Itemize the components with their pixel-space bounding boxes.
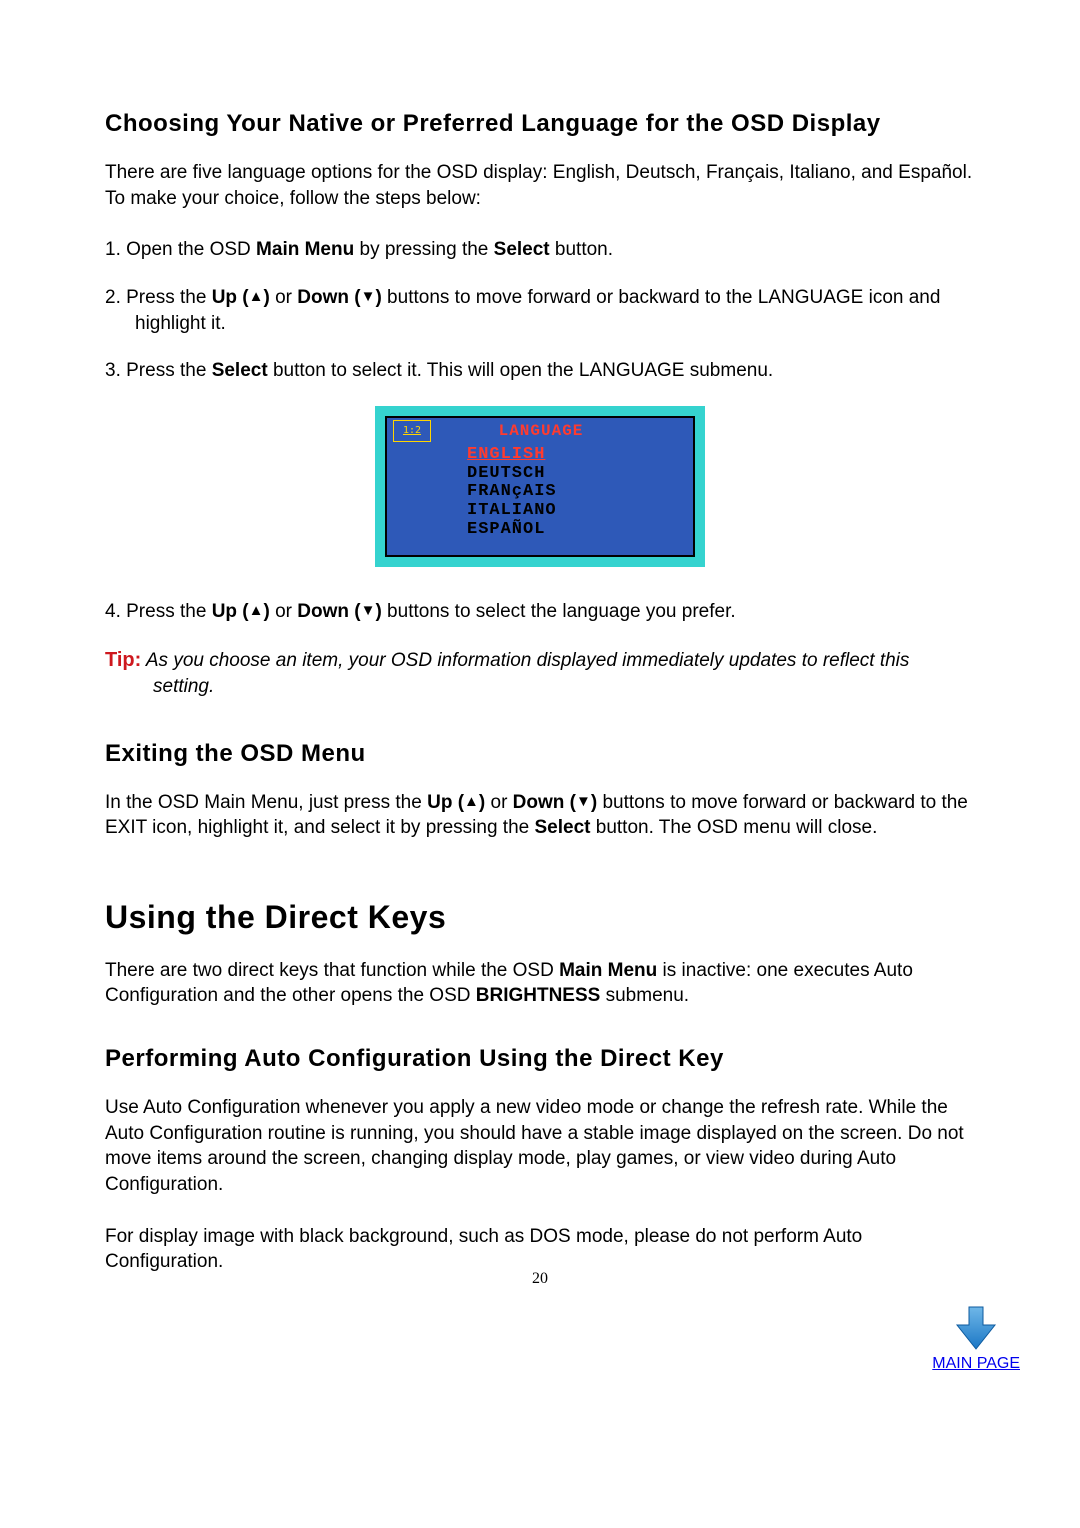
- osd-item-espanol: ESPAÑOL: [467, 521, 653, 540]
- step-1: 1. Open the OSD Main Menu by pressing th…: [105, 237, 975, 263]
- up-triangle-icon: ▲: [249, 602, 264, 619]
- exit-paragraph: In the OSD Main Menu, just press the Up …: [105, 790, 975, 841]
- steps-list-2: 4. Press the Up (▲) or Down (▼) buttons …: [105, 599, 975, 625]
- osd-item-francais: FRANçAIS: [467, 483, 653, 502]
- osd-language-figure: 1:2 LANGUAGE ENGLISH DEUTSCH FRANçAIS IT…: [375, 406, 705, 567]
- steps-list: 1. Open the OSD Main Menu by pressing th…: [105, 237, 975, 384]
- osd-item-deutsch: DEUTSCH: [467, 465, 653, 484]
- page-number: 20: [0, 1270, 1080, 1288]
- tip-note: Tip: As you choose an item, your OSD inf…: [105, 647, 975, 700]
- direct-keys-paragraph: There are two direct keys that function …: [105, 958, 975, 1009]
- osd-language-list: ENGLISH DEUTSCH FRANçAIS ITALIANO ESPAÑO…: [467, 446, 653, 539]
- osd-badge: 1:2: [393, 420, 431, 442]
- up-triangle-icon: ▲: [464, 793, 479, 810]
- arrow-down-icon: [951, 1303, 1001, 1353]
- main-page-label: MAIN PAGE: [932, 1355, 1020, 1372]
- tip-label: Tip:: [105, 649, 141, 671]
- intro-paragraph: There are five language options for the …: [105, 160, 975, 211]
- auto-config-p2: For display image with black background,…: [105, 1224, 975, 1275]
- osd-item-italiano: ITALIANO: [467, 502, 653, 521]
- osd-item-english: ENGLISH: [467, 446, 653, 465]
- heading-choose-language: Choosing Your Native or Preferred Langua…: [105, 110, 975, 138]
- document-page: Choosing Your Native or Preferred Langua…: [0, 0, 1080, 1275]
- osd-header: 1:2 LANGUAGE: [387, 418, 693, 444]
- down-triangle-icon: ▼: [361, 288, 376, 305]
- tip-text: As you choose an item, your OSD informat…: [141, 650, 909, 697]
- heading-exit-osd: Exiting the OSD Menu: [105, 740, 975, 768]
- heading-direct-keys: Using the Direct Keys: [105, 899, 975, 936]
- auto-config-p1: Use Auto Configuration whenever you appl…: [105, 1095, 975, 1198]
- down-triangle-icon: ▼: [576, 793, 591, 810]
- osd-title: LANGUAGE: [431, 422, 651, 440]
- step-2: 2. Press the Up (▲) or Down (▼) buttons …: [105, 285, 975, 336]
- step-3: 3. Press the Select button to select it.…: [105, 358, 975, 384]
- osd-panel: 1:2 LANGUAGE ENGLISH DEUTSCH FRANçAIS IT…: [385, 416, 695, 557]
- up-triangle-icon: ▲: [249, 288, 264, 305]
- heading-auto-config: Performing Auto Configuration Using the …: [105, 1045, 975, 1073]
- down-triangle-icon: ▼: [361, 602, 376, 619]
- step-4: 4. Press the Up (▲) or Down (▼) buttons …: [105, 599, 975, 625]
- main-page-link[interactable]: MAIN PAGE: [932, 1303, 1020, 1373]
